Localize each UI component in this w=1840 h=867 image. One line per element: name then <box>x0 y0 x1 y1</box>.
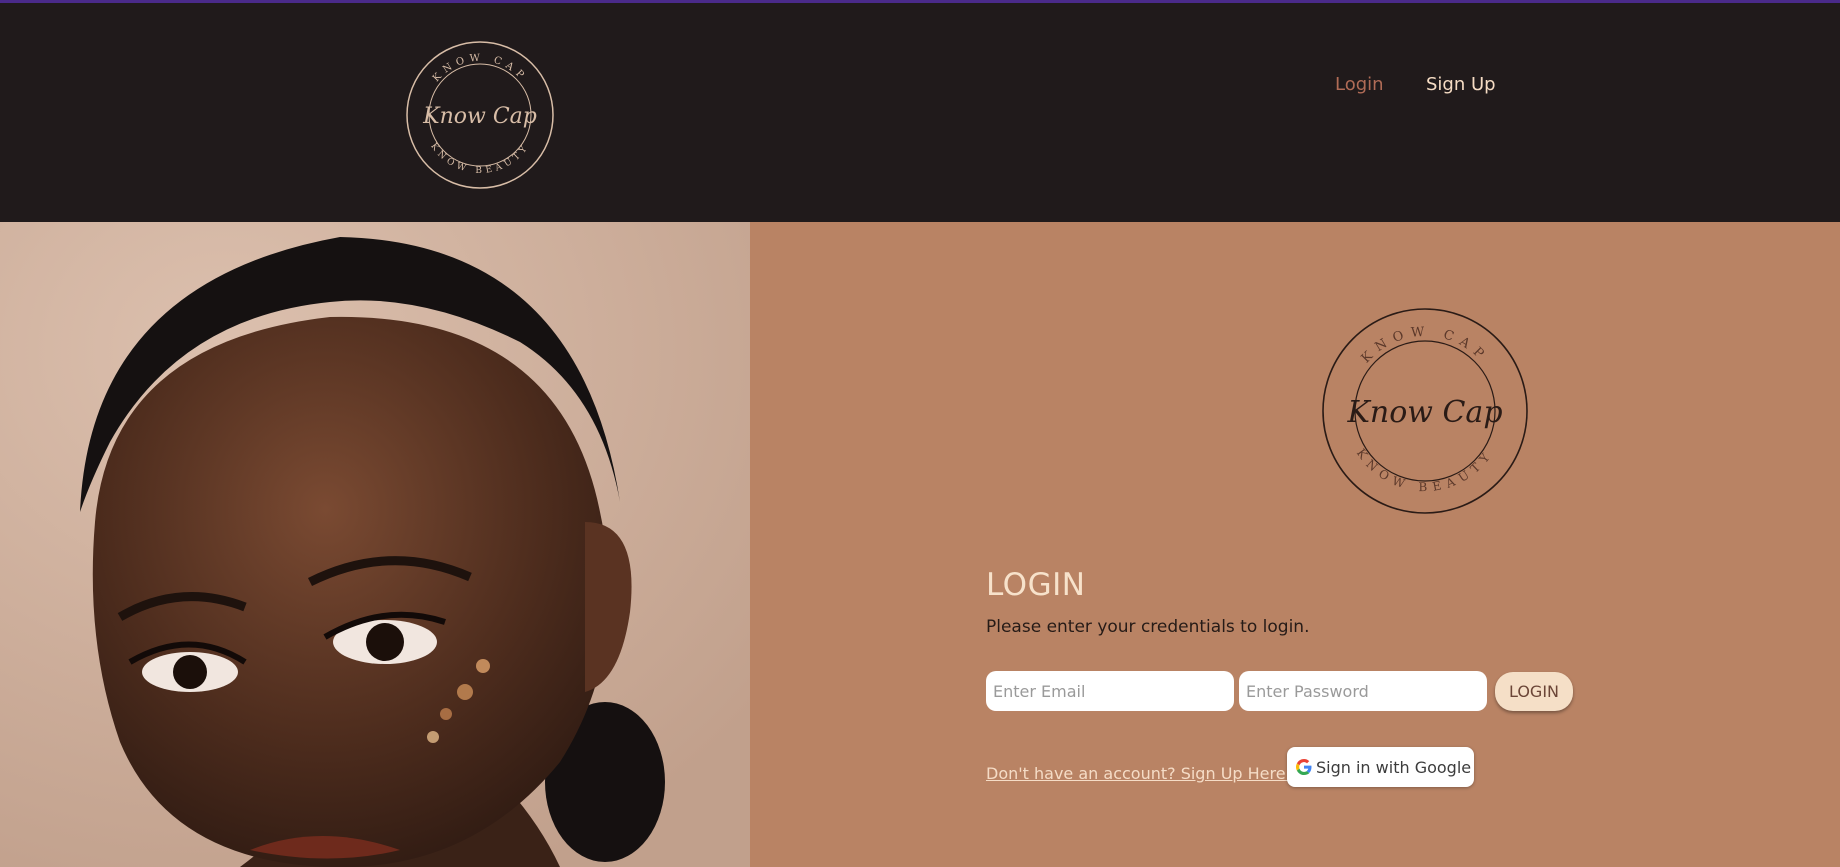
logo-bottom-arc-text: KNOW BEAUTY <box>428 142 528 176</box>
svg-text:KNOW BEAUTY: KNOW BEAUTY <box>428 142 532 176</box>
panel-logo-script-text: Know Cap <box>1346 395 1502 430</box>
signup-link[interactable]: Don't have an account? Sign Up Here! <box>986 764 1292 783</box>
google-button-label: Sign in with Google <box>1316 757 1472 777</box>
login-subtitle: Please enter your credentials to login. <box>986 617 1310 637</box>
password-input[interactable] <box>1239 671 1487 711</box>
svg-text:KNOW CAP: KNOW CAP <box>1359 325 1492 367</box>
svg-text:KNOW BEAUTY: KNOW BEAUTY <box>1354 446 1496 494</box>
email-input[interactable] <box>986 671 1234 711</box>
google-signin-button[interactable]: Sign in with Google <box>1287 747 1474 787</box>
login-button[interactable]: LOGIN <box>1495 672 1573 711</box>
logo-script-text: Know Cap <box>422 104 537 129</box>
header-logo[interactable]: KNOW CAP KNOW BEAUTY Know Cap <box>404 39 556 191</box>
site-header: KNOW CAP KNOW BEAUTY Know Cap Login Sign… <box>0 3 1840 222</box>
portrait-illustration <box>0 222 750 867</box>
nav-signup-link[interactable]: Sign Up <box>1426 74 1496 95</box>
panel-logo-top-arc-text: KNOW CAP <box>1359 325 1485 367</box>
login-title: LOGIN <box>986 567 1086 603</box>
panel-logo-bottom-arc-text: KNOW BEAUTY <box>1354 446 1490 494</box>
google-g-icon <box>1296 759 1312 775</box>
login-panel: KNOW CAP KNOW BEAUTY Know Cap LOGIN Plea… <box>750 222 1840 867</box>
panel-logo: KNOW CAP KNOW BEAUTY Know Cap <box>1322 308 1528 514</box>
svg-text:KNOW CAP: KNOW CAP <box>431 53 529 85</box>
logo-top-arc-text: KNOW CAP <box>431 53 524 85</box>
nav-login-link[interactable]: Login <box>1335 74 1384 95</box>
hero-portrait-image <box>0 222 750 867</box>
